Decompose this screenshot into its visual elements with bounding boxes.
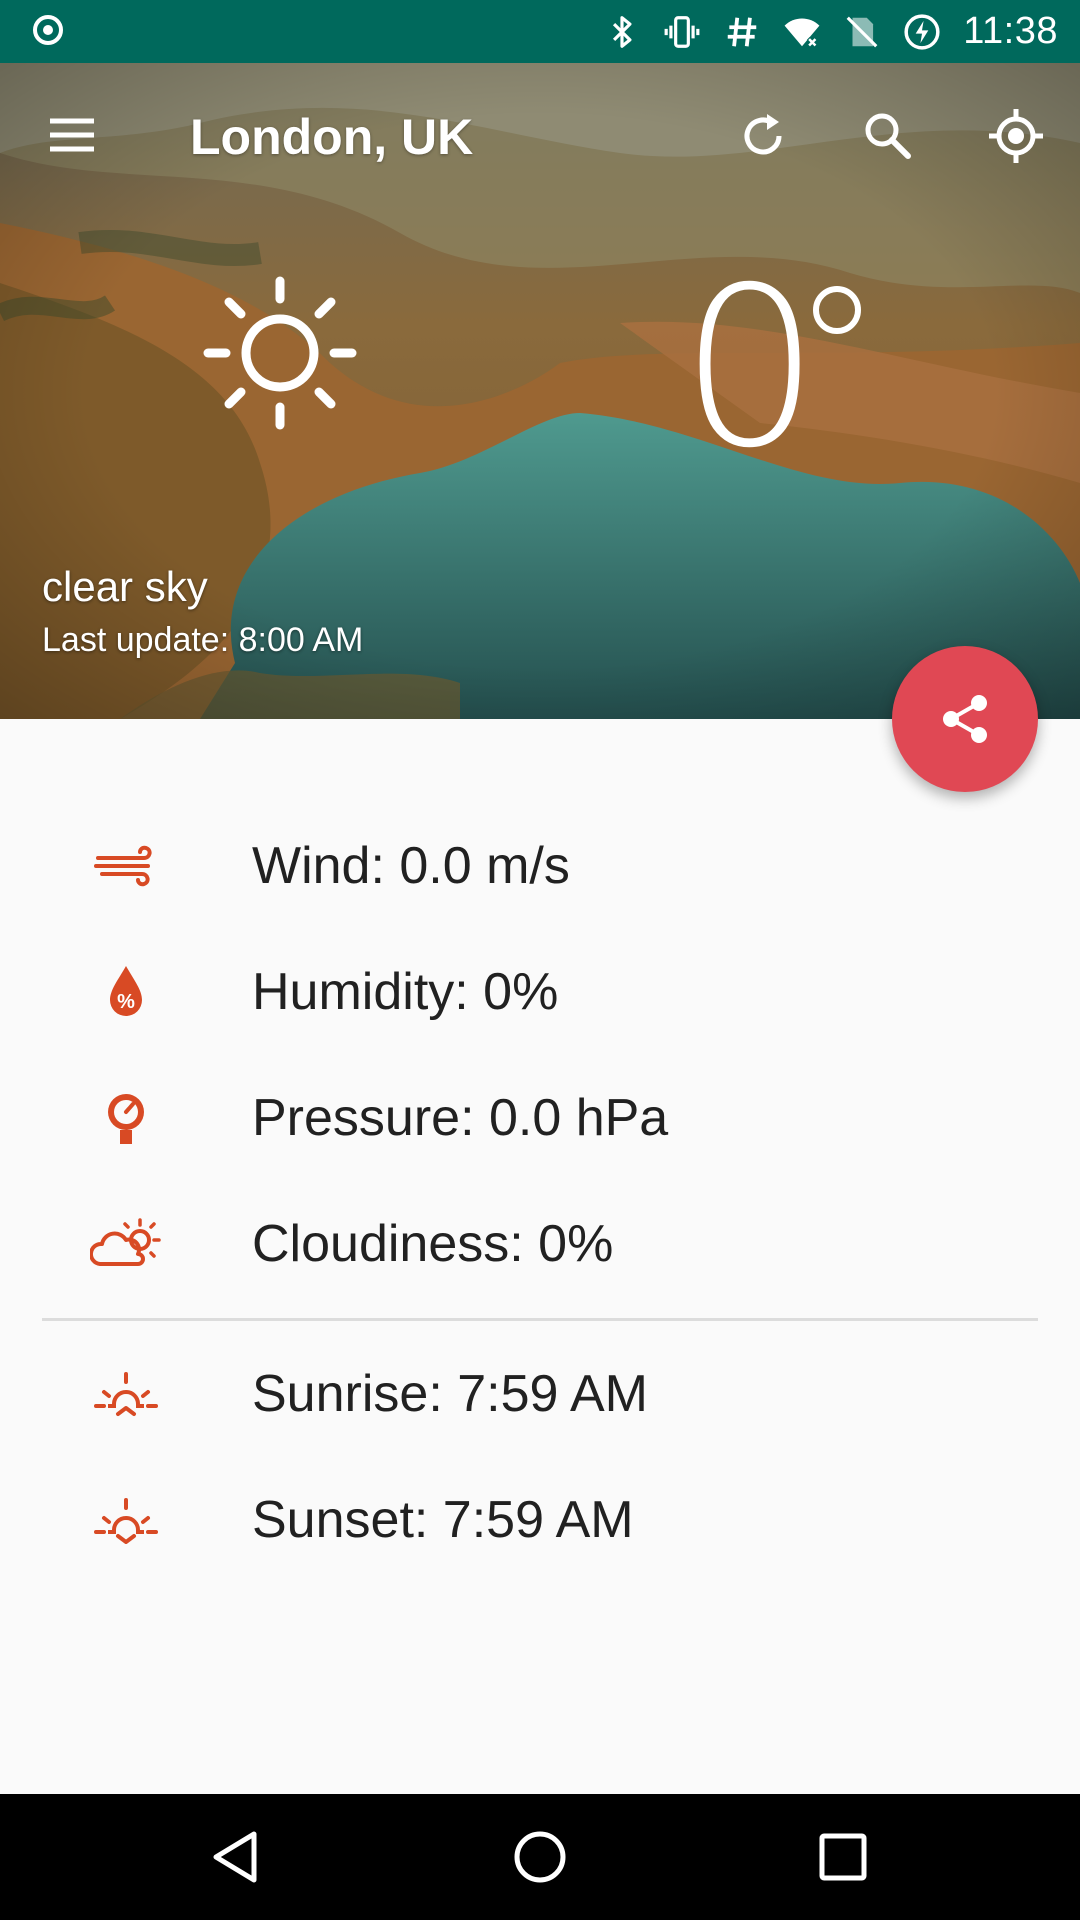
last-update-text: Last update: 8:00 AM [42,621,364,659]
sunrise-row: Sunrise: 7:59 AM [0,1344,1080,1444]
recents-icon[interactable] [808,1822,878,1892]
wifi-icon [784,18,820,48]
cloudiness-label: Cloudiness: 0% [252,1215,614,1273]
temperature-value: 0 [680,240,820,496]
sunrise-icon [90,1364,162,1424]
humidity-icon: % [90,962,162,1022]
sunset-label: Sunset: 7:59 AM [252,1491,634,1549]
status-bar: 11:38 [0,0,1080,63]
city-title: London, UK [190,109,474,165]
divider [42,1318,1038,1321]
navigation-bar [0,1794,1080,1920]
vibrate-icon [664,15,700,48]
sunset-row: Sunset: 7:59 AM [0,1470,1080,1570]
gps-icon[interactable] [986,106,1046,166]
no-sim-icon [846,16,878,47]
status-icons: 11:38 [603,0,1058,63]
sunset-icon [90,1490,162,1550]
clock: 11:38 [963,10,1058,52]
cloudiness-icon [90,1214,162,1274]
degree-icon [810,283,864,337]
bluetooth-icon [613,15,632,48]
refresh-icon[interactable] [733,106,793,166]
wind-row: Wind: 0.0 m/s [0,816,1080,916]
weather-description: clear sky [42,563,208,610]
search-icon[interactable] [858,106,918,166]
menu-icon[interactable] [42,105,102,165]
weather-header: London, UK 0 clear sky Last update: 8:00… [0,63,1080,719]
battery-charging-icon [904,13,940,50]
pressure-icon [90,1088,162,1148]
sunrise-label: Sunrise: 7:59 AM [252,1365,648,1423]
wind-label: Wind: 0.0 m/s [252,837,570,895]
wind-icon [90,836,162,896]
humidity-row: % Humidity: 0% [0,942,1080,1042]
back-icon[interactable] [202,1822,272,1892]
hash-icon [727,17,757,46]
svg-text:%: % [117,991,135,1013]
record-icon [30,12,66,48]
pressure-row: Pressure: 0.0 hPa [0,1068,1080,1168]
cloudiness-row: Cloudiness: 0% [0,1194,1080,1294]
pressure-label: Pressure: 0.0 hPa [252,1089,669,1147]
share-button[interactable] [892,646,1038,792]
home-icon[interactable] [505,1822,575,1892]
share-icon [943,695,987,743]
humidity-label: Humidity: 0% [252,963,559,1021]
sun-icon [200,273,360,433]
